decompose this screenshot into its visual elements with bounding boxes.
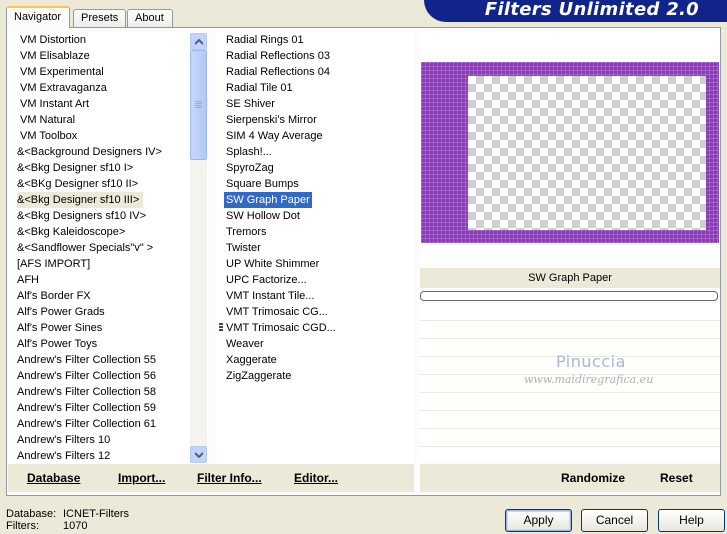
- parameter-row: [420, 430, 720, 447]
- randomize-button[interactable]: Randomize: [561, 471, 625, 485]
- filter-item[interactable]: Tremors: [224, 224, 269, 240]
- filters-label: Filters:: [6, 520, 39, 532]
- title-banner: Filters Unlimited 2.0: [424, 0, 727, 22]
- scroll-down-button[interactable]: [190, 446, 207, 463]
- filter-item[interactable]: Square Bumps: [224, 176, 301, 192]
- filter-item[interactable]: Twister: [224, 240, 263, 256]
- list-toolbar: Database Import... Filter Info... Editor…: [8, 464, 414, 492]
- preview-transparent-area: [468, 76, 706, 230]
- chevron-down-icon: [195, 452, 203, 458]
- filter-item[interactable]: Splash!...: [224, 144, 274, 160]
- category-item[interactable]: Andrew's Filter Collection 55: [17, 352, 160, 368]
- filter-item[interactable]: Radial Reflections 03: [224, 48, 332, 64]
- editor-button[interactable]: Editor...: [294, 471, 338, 485]
- tab-presets[interactable]: Presets: [73, 9, 126, 28]
- parameter-row: [420, 322, 720, 339]
- filters-count: 1070: [63, 520, 88, 532]
- chevron-up-icon: [195, 39, 203, 45]
- cancel-button[interactable]: Cancel: [581, 509, 648, 532]
- filter-item[interactable]: SW Hollow Dot: [224, 208, 302, 224]
- category-item[interactable]: Andrew's Filter Collection 58: [17, 384, 160, 400]
- watermark-name: Pinuccia: [556, 352, 626, 371]
- filter-item[interactable]: Radial Reflections 04: [224, 64, 332, 80]
- filter-info-button[interactable]: Filter Info...: [197, 471, 262, 485]
- parameter-row: [420, 448, 720, 465]
- database-button[interactable]: Database: [27, 471, 80, 485]
- current-filter-name: SW Graph Paper: [420, 268, 720, 288]
- reset-button[interactable]: Reset: [660, 471, 693, 485]
- category-item[interactable]: &<Sandflower Specials"v" >: [17, 240, 157, 256]
- database-value: ICNET-Filters: [63, 508, 129, 520]
- filter-item[interactable]: UPC Factorize...: [224, 272, 309, 288]
- preview-toolbar: Randomize Reset: [420, 464, 720, 492]
- category-item[interactable]: VM Natural: [20, 112, 79, 128]
- filter-item[interactable]: Sierpenski's Mirror: [224, 112, 319, 128]
- parameter-row: [420, 304, 720, 321]
- filter-item[interactable]: Weaver: [224, 336, 266, 352]
- category-item[interactable]: VM Toolbox: [20, 128, 81, 144]
- category-item[interactable]: Alf's Border FX: [17, 288, 95, 304]
- category-list[interactable]: VM Distortion VM Elisablaze VM Experimenta…: [8, 32, 208, 464]
- parameter-row: [420, 412, 720, 429]
- filter-item[interactable]: Radial Tile 01: [224, 80, 295, 96]
- filter-item[interactable]: Xaggerate: [224, 352, 279, 368]
- filter-item[interactable]: SE Shiver: [224, 96, 277, 112]
- progress-bar: [420, 291, 718, 301]
- parameter-row: [420, 394, 720, 411]
- category-item[interactable]: &<Bkg Kaleidoscope>: [17, 224, 129, 240]
- filter-item[interactable]: VMT Instant Tile...: [224, 288, 316, 304]
- category-item[interactable]: AFH: [17, 272, 43, 288]
- filter-item[interactable]: ZigZaggerate: [224, 368, 293, 384]
- scroll-up-button[interactable]: [190, 33, 207, 50]
- category-item[interactable]: Andrew's Filters 12: [17, 448, 114, 464]
- help-button[interactable]: Help: [658, 509, 725, 532]
- category-item[interactable]: Andrew's Filter Collection 59: [17, 400, 160, 416]
- scroll-thumb[interactable]: [190, 50, 207, 160]
- category-item[interactable]: [AFS IMPORT]: [17, 256, 94, 272]
- grip-icon: [195, 101, 202, 102]
- category-item[interactable]: &<BKg Designer sf10 II>: [17, 176, 142, 192]
- filter-list[interactable]: Radial Rings 01 Radial Reflections 03 Radi…: [216, 32, 414, 464]
- filter-item[interactable]: UP White Shimmer: [224, 256, 321, 272]
- category-item[interactable]: &<Background Designers IV>: [17, 144, 166, 160]
- filter-item[interactable]: SpyroZag: [224, 160, 276, 176]
- filter-item[interactable]: Radial Rings 01: [224, 32, 306, 48]
- apply-button[interactable]: Apply: [505, 509, 572, 532]
- category-item[interactable]: VM Extravaganza: [20, 80, 111, 96]
- category-item[interactable]: VM Instant Art: [20, 96, 93, 112]
- category-item[interactable]: Alf's Power Toys: [17, 336, 101, 352]
- category-scrollbar[interactable]: [190, 33, 207, 463]
- category-item[interactable]: &<Bkg Designer sf10 I>: [17, 160, 137, 176]
- category-item[interactable]: &<Bkg Designers sf10 IV>: [17, 208, 150, 224]
- list-marker-icon: [219, 323, 223, 325]
- filter-item[interactable]: SIM 4 Way Average: [224, 128, 325, 144]
- filter-item[interactable]: SW Graph Paper: [224, 192, 312, 208]
- tab-about[interactable]: About: [127, 9, 173, 28]
- category-item[interactable]: Andrew's Filter Collection 61: [17, 416, 160, 432]
- category-item[interactable]: Andrew's Filters 10: [17, 432, 114, 448]
- filter-item[interactable]: VMT Trimosaic CGD...: [224, 320, 338, 336]
- banner-title: Filters Unlimited 2.0: [484, 0, 699, 20]
- filter-item[interactable]: VMT Trimosaic CG...: [224, 304, 330, 320]
- category-item[interactable]: VM Elisablaze: [20, 48, 94, 64]
- category-item[interactable]: VM Distortion: [20, 32, 90, 48]
- import-button[interactable]: Import...: [118, 471, 165, 485]
- tab-navigator[interactable]: Navigator: [6, 6, 70, 28]
- category-item[interactable]: Alf's Power Grads: [17, 304, 109, 320]
- category-item[interactable]: Alf's Power Sines: [17, 320, 106, 336]
- database-label: Database:: [6, 508, 57, 520]
- category-item[interactable]: Andrew's Filter Collection 56: [17, 368, 160, 384]
- category-item[interactable]: &<Bkg Designer sf10 III>: [17, 192, 144, 208]
- watermark-url: www.maidiregrafica.eu: [524, 373, 654, 386]
- status-area: Database: ICNET-Filters Filters: 1070: [6, 508, 129, 532]
- category-item[interactable]: VM Experimental: [20, 64, 108, 80]
